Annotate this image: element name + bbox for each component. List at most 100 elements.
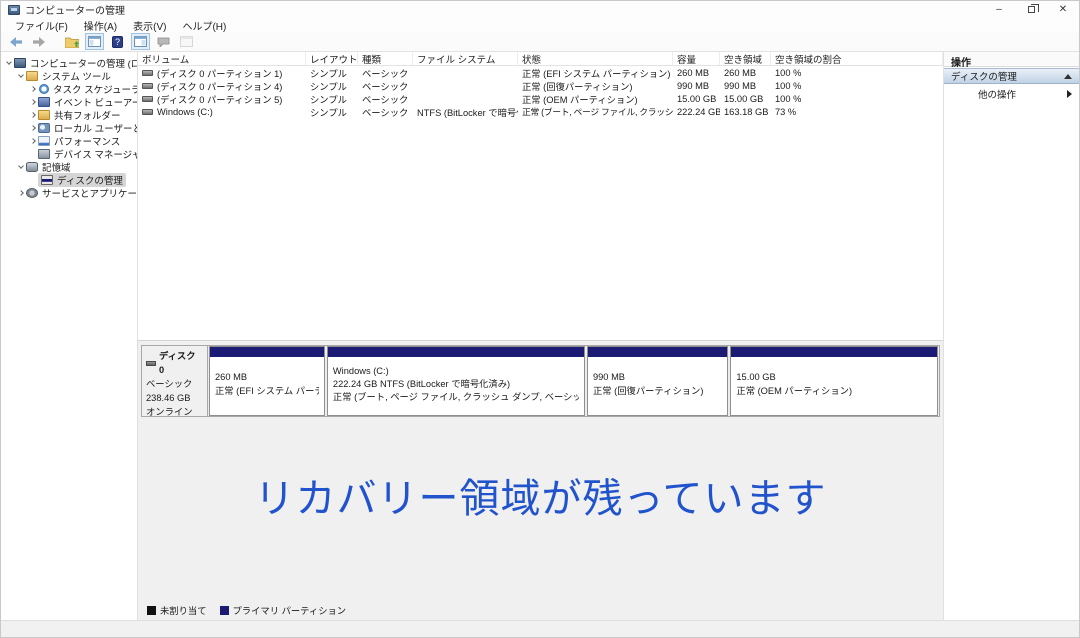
column-header-layout[interactable]: レイアウト — [306, 52, 358, 65]
column-header-capacity[interactable]: 容量 — [673, 52, 720, 65]
menu-action[interactable]: 操作(A) — [76, 18, 125, 33]
partition-status: 正常 (OEM パーティション) — [736, 385, 853, 396]
tree-item-storage[interactable]: 記憶域 — [1, 160, 137, 174]
column-header-type[interactable]: 種類 — [358, 52, 413, 65]
partition-oem[interactable]: 15.00 GB 正常 (OEM パーティション) — [730, 346, 938, 416]
show-action-pane-icon[interactable] — [131, 33, 150, 50]
volume-capacity: 222.24 GB — [677, 106, 720, 117]
help-icon[interactable]: ? — [108, 33, 127, 50]
legend-label: プライマリ パーティション — [232, 606, 347, 616]
partition-status: 正常 (ブート, ページ ファイル, クラッシュ ダンプ, ベーシック データ … — [332, 392, 579, 402]
more-actions-label: 他の操作 — [978, 90, 1017, 101]
tree-item-local-users[interactable]: ローカル ユーザーとグループ — [1, 121, 137, 135]
task-scheduler-icon — [39, 83, 49, 94]
status-bar — [1, 620, 1079, 637]
up-level-icon[interactable] — [62, 33, 81, 50]
volume-row-partition4[interactable]: (ディスク 0 パーティション 4) シンプル ベーシック 正常 (回復パーティ… — [138, 79, 943, 92]
tree-item-label: イベント ビューアー — [54, 97, 137, 109]
volume-row-partition1[interactable]: (ディスク 0 パーティション 1) シンプル ベーシック 正常 (EFI シス… — [138, 66, 943, 79]
computer-icon — [14, 57, 26, 68]
volume-type: ベーシック — [362, 81, 409, 92]
volume-type: ベーシック — [362, 94, 409, 105]
forward-icon[interactable] — [29, 33, 48, 50]
volume-name: (ディスク 0 パーティション 4) — [157, 81, 283, 92]
volume-icon — [142, 108, 153, 115]
menu-help[interactable]: ヘルプ(H) — [174, 18, 234, 33]
tree-item-label: コンピューターの管理 (ローカル) — [30, 58, 137, 70]
partition-efi[interactable]: 260 MB 正常 (EFI システム パーティション) — [209, 346, 325, 416]
volume-free: 990 MB — [724, 80, 757, 91]
action-section-disk-management[interactable]: ディスクの管理 — [944, 68, 1079, 84]
disk0-type: ベーシック — [146, 378, 193, 389]
volume-list-header: ボリューム レイアウト 種類 ファイル システム 状態 容量 空き領域 空き領域… — [138, 52, 943, 66]
action-pane: 操作 ディスクの管理 他の操作 — [944, 52, 1079, 620]
partition-size: 260 MB — [215, 372, 248, 383]
tree-item-label: サービスとアプリケーション — [42, 188, 137, 200]
column-header-status[interactable]: 状態 — [518, 52, 673, 65]
tree-item-computer-management[interactable]: コンピューターの管理 (ローカル) — [1, 56, 137, 70]
volume-free: 260 MB — [724, 67, 757, 78]
tree-item-event-viewer[interactable]: イベント ビューアー — [1, 95, 137, 109]
console-tree: コンピューターの管理 (ローカル) システム ツール タスク スケジューラ イベ… — [1, 52, 138, 620]
minimize-button[interactable]: – — [983, 1, 1015, 18]
volume-filesystem: NTFS (BitLocker で暗号化済み) — [417, 107, 518, 118]
partition-size: 990 MB — [592, 372, 626, 383]
volume-row-windows-c[interactable]: Windows (C:) シンプル ベーシック NTFS (BitLocker … — [138, 105, 943, 118]
legend-label: 未割り当て — [160, 606, 207, 616]
volume-free-pct: 73 % — [775, 106, 797, 117]
tree-item-device-manager[interactable]: デバイス マネージャー — [1, 147, 137, 161]
column-header-free-pct[interactable]: 空き領域の割合 — [771, 52, 943, 65]
tree-item-label: パフォーマンス — [54, 136, 121, 148]
volume-type: ベーシック — [362, 68, 409, 79]
menu-bar: ファイル(F) 操作(A) 表示(V) ヘルプ(H) — [1, 18, 1079, 33]
menu-file[interactable]: ファイル(F) — [7, 18, 76, 33]
window-controls: – ✕ — [983, 1, 1079, 18]
window-title: コンピューターの管理 — [25, 6, 125, 17]
tree-item-services-applications[interactable]: サービスとアプリケーション — [1, 186, 137, 200]
column-header-free[interactable]: 空き領域 — [720, 52, 771, 65]
more-actions-item[interactable]: 他の操作 — [944, 84, 1079, 104]
legend-unallocated: 未割り当て — [147, 603, 207, 617]
volume-name: Windows (C:) — [157, 106, 213, 117]
tree-item-disk-management[interactable]: ディスクの管理 — [1, 172, 137, 187]
volume-row-partition5[interactable]: (ディスク 0 パーティション 5) シンプル ベーシック 正常 (OEM パー… — [138, 92, 943, 105]
close-button[interactable]: ✕ — [1047, 1, 1079, 18]
describe-icon[interactable] — [154, 33, 173, 50]
selected-tree-item: ディスクの管理 — [38, 172, 126, 187]
expander-icon — [4, 58, 14, 65]
menu-view[interactable]: 表示(V) — [125, 18, 174, 33]
column-header-filesystem[interactable]: ファイル システム — [413, 52, 518, 65]
disk0-info[interactable]: ディスク 0 ベーシック 238.46 GB オンライン — [142, 346, 208, 417]
expander-icon — [16, 189, 26, 196]
legend-primary-partition: プライマリ パーティション — [219, 603, 347, 617]
expander-icon — [16, 162, 26, 169]
column-header-volume[interactable]: ボリューム — [138, 52, 306, 65]
primary-partition-bar — [327, 347, 584, 357]
show-console-tree-icon[interactable] — [85, 33, 104, 50]
recovery-annotation-text: リカバリー領域が残っています — [254, 477, 827, 521]
shared-folders-icon — [38, 109, 50, 120]
expander-icon — [28, 111, 38, 118]
services-icon — [26, 187, 38, 198]
partition-status: 正常 (回復パーティション) — [592, 385, 704, 396]
pane-disabled-icon[interactable] — [177, 33, 196, 50]
tree-item-task-scheduler[interactable]: タスク スケジューラ — [1, 82, 137, 96]
restore-button[interactable] — [1015, 1, 1047, 18]
volume-layout: シンプル — [310, 81, 347, 92]
partition-recovery[interactable]: 990 MB 正常 (回復パーティション) — [586, 346, 729, 416]
volume-type: ベーシック — [362, 107, 409, 118]
expander-icon — [28, 98, 38, 105]
disk0-strip: ディスク 0 ベーシック 238.46 GB オンライン 260 MB 正常 (… — [141, 345, 940, 417]
tree-item-system-tools[interactable]: システム ツール — [1, 69, 137, 83]
title-bar: コンピューターの管理 – ✕ — [1, 1, 1079, 18]
volume-layout: シンプル — [310, 107, 347, 118]
action-pane-title: 操作 — [944, 52, 1079, 69]
partition-windows-c[interactable]: Windows (C:) 222.24 GB NTFS (BitLocker で… — [326, 346, 585, 416]
tree-item-performance[interactable]: パフォーマンス — [1, 134, 137, 148]
tree-item-label: タスク スケジューラ — [53, 84, 137, 96]
primary-partition-swatch — [219, 605, 229, 615]
tree-item-shared-folders[interactable]: 共有フォルダー — [1, 108, 137, 122]
primary-partition-bar — [210, 347, 324, 357]
back-icon[interactable] — [6, 33, 25, 50]
volume-status: 正常 (OEM パーティション) — [522, 94, 638, 105]
